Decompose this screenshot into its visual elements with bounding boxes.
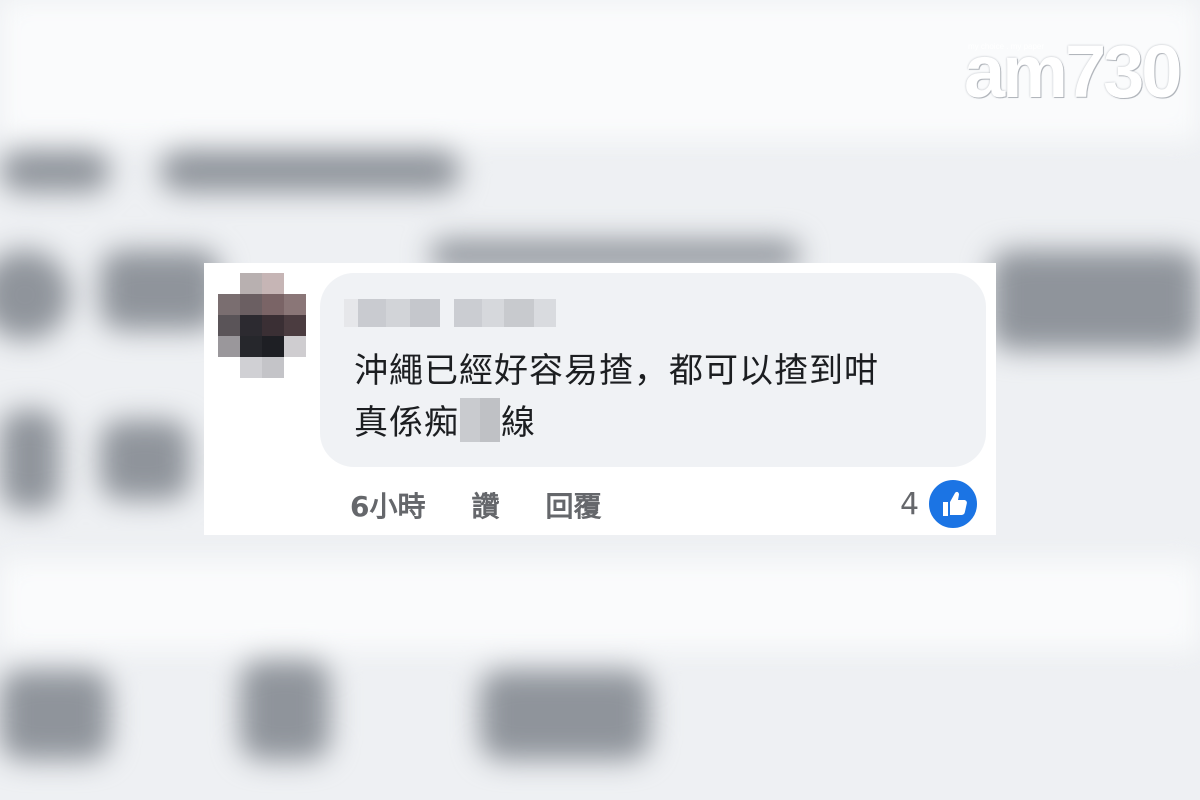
- thumbs-up-icon[interactable]: [926, 477, 980, 531]
- comment-card: 沖繩已經好容易揸，都可以揸到咁 真係痴 線 6小時 讚 回覆 4: [204, 263, 996, 535]
- censored-word: [460, 398, 500, 442]
- like-button[interactable]: 讚: [471, 485, 499, 525]
- comment-text: 沖繩已經好容易揸，都可以揸到咁 真係痴 線: [354, 345, 974, 449]
- comment-line-2-start: 真係痴: [354, 403, 459, 443]
- logo-text: am730: [964, 30, 1182, 113]
- comment-line-1: 沖繩已經好容易揸，都可以揸到咁: [354, 351, 879, 391]
- am730-logo: my choice . my paper am730: [960, 30, 1182, 112]
- comment-line-2-end: 線: [501, 403, 536, 443]
- comment-actions: 6小時 讚 回覆: [350, 485, 648, 525]
- avatar[interactable]: [218, 273, 306, 378]
- commenter-name-censored[interactable]: [344, 299, 564, 327]
- comment-timestamp[interactable]: 6小時: [350, 485, 425, 525]
- like-count[interactable]: 4: [900, 485, 919, 525]
- reply-button[interactable]: 回覆: [546, 485, 602, 525]
- comment-bubble: 沖繩已經好容易揸，都可以揸到咁 真係痴 線: [320, 273, 986, 467]
